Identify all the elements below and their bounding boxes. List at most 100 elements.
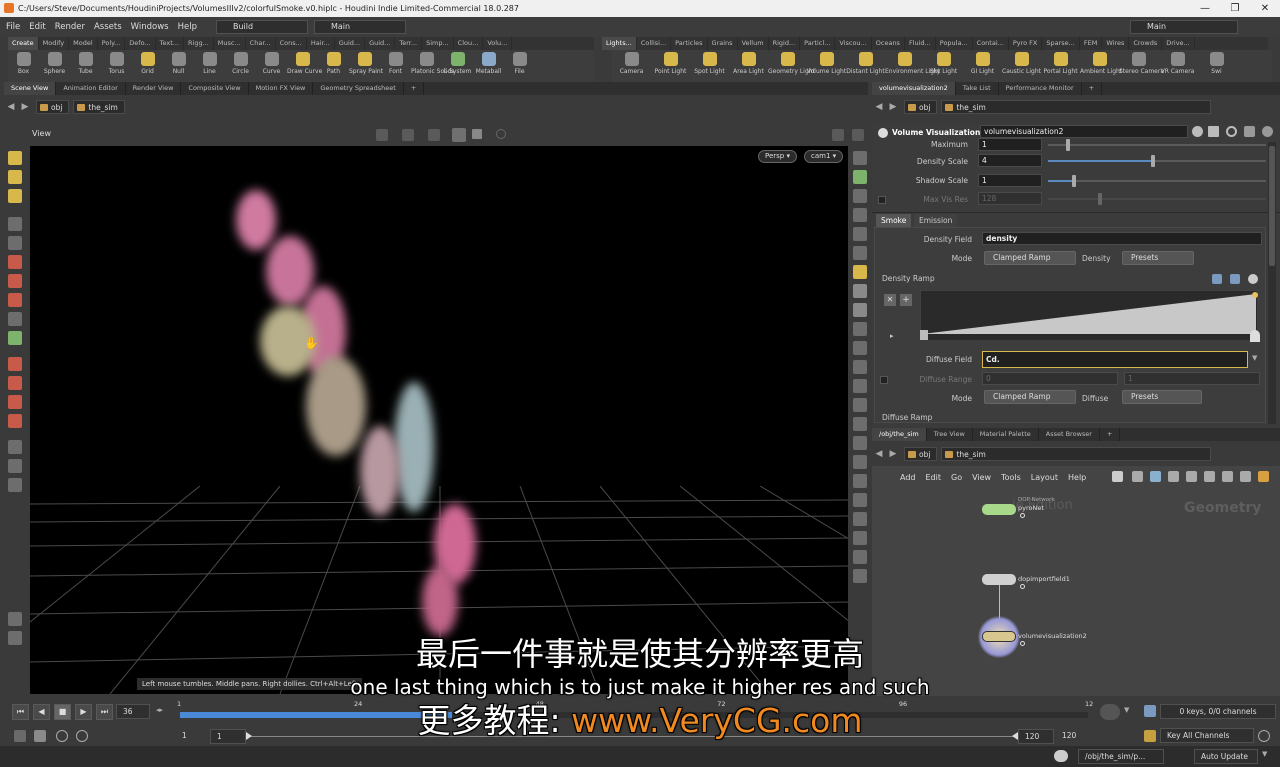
max-vis-res-slider[interactable] [1048,193,1266,205]
auto-update-menu[interactable]: Auto Update [1194,749,1258,764]
shelf-tab-modify-1[interactable]: Modify [39,37,70,50]
shelf-tab-oceans-8[interactable]: Oceans [872,37,905,50]
shelf-tab-fem-14[interactable]: FEM [1080,37,1103,50]
tool-stereo-camera[interactable]: Stereo Camera [1119,50,1164,82]
render-region-icon[interactable] [472,129,482,139]
tool-sphere[interactable]: Sphere [39,50,70,82]
shelf-tab-drive-17[interactable]: Drive... [1162,37,1195,50]
parameter-scrollbar-thumb[interactable] [1269,146,1275,266]
crop-icon[interactable] [853,455,867,469]
select-mode-icon[interactable] [376,129,388,141]
point-numbers-icon[interactable] [853,398,867,412]
ramp-save-icon[interactable] [1212,274,1222,284]
shelf-tab-text-5[interactable]: Text... [156,37,184,50]
shelf-tab-contai-11[interactable]: Contai... [973,37,1009,50]
spare-parameters-icon[interactable] [1244,126,1255,137]
network-tab-asset-browser[interactable]: Asset Browser [1039,428,1100,441]
back-arrow-icon[interactable]: ◀ [872,449,886,459]
shelf-tab-popula-10[interactable]: Popula... [936,37,973,50]
tool-volume-light[interactable]: Volume Light [807,50,846,82]
flipbook-icon[interactable] [8,612,22,626]
lightbulb-icon[interactable] [853,265,867,279]
maximum-slider[interactable] [1048,139,1266,151]
tool-font[interactable]: Font [380,50,411,82]
collapse-icon[interactable] [853,569,867,583]
forward-arrow-icon[interactable]: ▶ [886,449,900,459]
wire-style-icon[interactable] [1258,471,1269,482]
shelf-tab-wires-15[interactable]: Wires [1102,37,1130,50]
shelf-tab-viscou-7[interactable]: Viscou... [835,37,872,50]
network-menu-help[interactable]: Help [1068,473,1086,482]
select-arrow-icon[interactable] [8,217,22,231]
diffuse-range-min[interactable]: 0 [982,372,1118,385]
tool-box[interactable]: Box [8,50,39,82]
gear-icon[interactable] [1248,274,1258,284]
tool-circle[interactable]: Circle [225,50,256,82]
geometry-view-icon[interactable] [853,512,867,526]
shelf-tab-rigid-5[interactable]: Rigid... [769,37,801,50]
update-menu-arrow-icon[interactable]: ▼ [1262,750,1267,758]
magnet-icon[interactable] [8,395,22,409]
shelf-tab-guid-11[interactable]: Guid... [335,37,366,50]
bounding-box-icon[interactable] [853,436,867,450]
shelf-tab-vellum-4[interactable]: Vellum [738,37,769,50]
density-mode-menu[interactable]: Clamped Ramp [984,251,1076,265]
handle-tool-icon[interactable] [8,151,22,165]
shelf-tab-poly-3[interactable]: Poly... [98,37,126,50]
render-tool-icon[interactable] [8,478,22,492]
select-objects-icon[interactable] [8,331,22,345]
chat-icon[interactable] [1054,750,1068,762]
shading-icon[interactable] [853,227,867,241]
shelf-tab-create-0[interactable]: Create [8,37,39,50]
tool-point-light[interactable]: Point Light [651,50,690,82]
uv-icon[interactable] [853,417,867,431]
network-options-icon[interactable] [1186,471,1197,482]
ramp-key-start[interactable] [920,330,928,340]
shelf-tab-model-2[interactable]: Model [69,37,98,50]
lock-camera-icon[interactable] [853,189,867,203]
max-vis-res-knob[interactable] [1098,193,1102,205]
close-button[interactable]: ✕ [1250,0,1280,17]
network-menu-edit[interactable]: Edit [926,473,942,482]
tool-portal-light[interactable]: Portal Light [1041,50,1080,82]
density-field-input[interactable]: density [982,232,1262,245]
param-path-sim[interactable]: the_sim [941,100,1212,114]
peak-icon[interactable] [8,414,22,428]
network-menu-view[interactable]: View [972,473,991,482]
snap-icon[interactable] [1168,471,1179,482]
tool-spot-light[interactable]: Spot Light [690,50,729,82]
tab-emission[interactable]: Emission [914,214,958,227]
main-shelf-selector[interactable]: Main [314,20,406,34]
network-tab-material-palette[interactable]: Material Palette [973,428,1039,441]
tool-area-light[interactable]: Area Light [729,50,768,82]
menu-help[interactable]: Help [178,22,197,32]
shadow-scale-slider[interactable] [1048,175,1266,187]
ghost-icon[interactable] [853,170,867,184]
viewer-tab-render-view[interactable]: Render View [126,82,182,95]
shelf-tab-fluid-9[interactable]: Fluid... [905,37,936,50]
ramp-load-icon[interactable] [1230,274,1240,284]
density-presets-menu[interactable]: Presets [1122,251,1194,265]
maximum-slider-knob[interactable] [1066,139,1070,151]
shelf-tab-terr-13[interactable]: Terr... [395,37,423,50]
gear-icon[interactable] [1192,126,1203,137]
viewer-path-obj[interactable]: obj [36,100,70,114]
tool-file[interactable]: File [504,50,535,82]
headlight-icon[interactable] [853,246,867,260]
snapping-icon[interactable] [496,129,506,139]
text-label-icon[interactable] [853,531,867,545]
normals-icon[interactable] [853,360,867,374]
tool-caustic-light[interactable]: Caustic Light [1002,50,1041,82]
palette-icon[interactable] [1222,471,1233,482]
primitive-numbers-icon[interactable] [853,379,867,393]
snap-grid-icon[interactable] [853,474,867,488]
shelf-tab-cons-9[interactable]: Cons... [276,37,307,50]
tool-spray-paint[interactable]: Spray Paint [349,50,383,82]
network-menu-layout[interactable]: Layout [1031,473,1058,482]
select-vertex-icon[interactable] [8,312,22,326]
node-name-field[interactable]: volumevisualization2 [980,125,1188,138]
info-icon[interactable] [1262,126,1273,137]
shelf-tab-char-8[interactable]: Char... [246,37,276,50]
wireframe-icon[interactable] [853,284,867,298]
density-scale-field[interactable]: 4 [978,154,1042,167]
